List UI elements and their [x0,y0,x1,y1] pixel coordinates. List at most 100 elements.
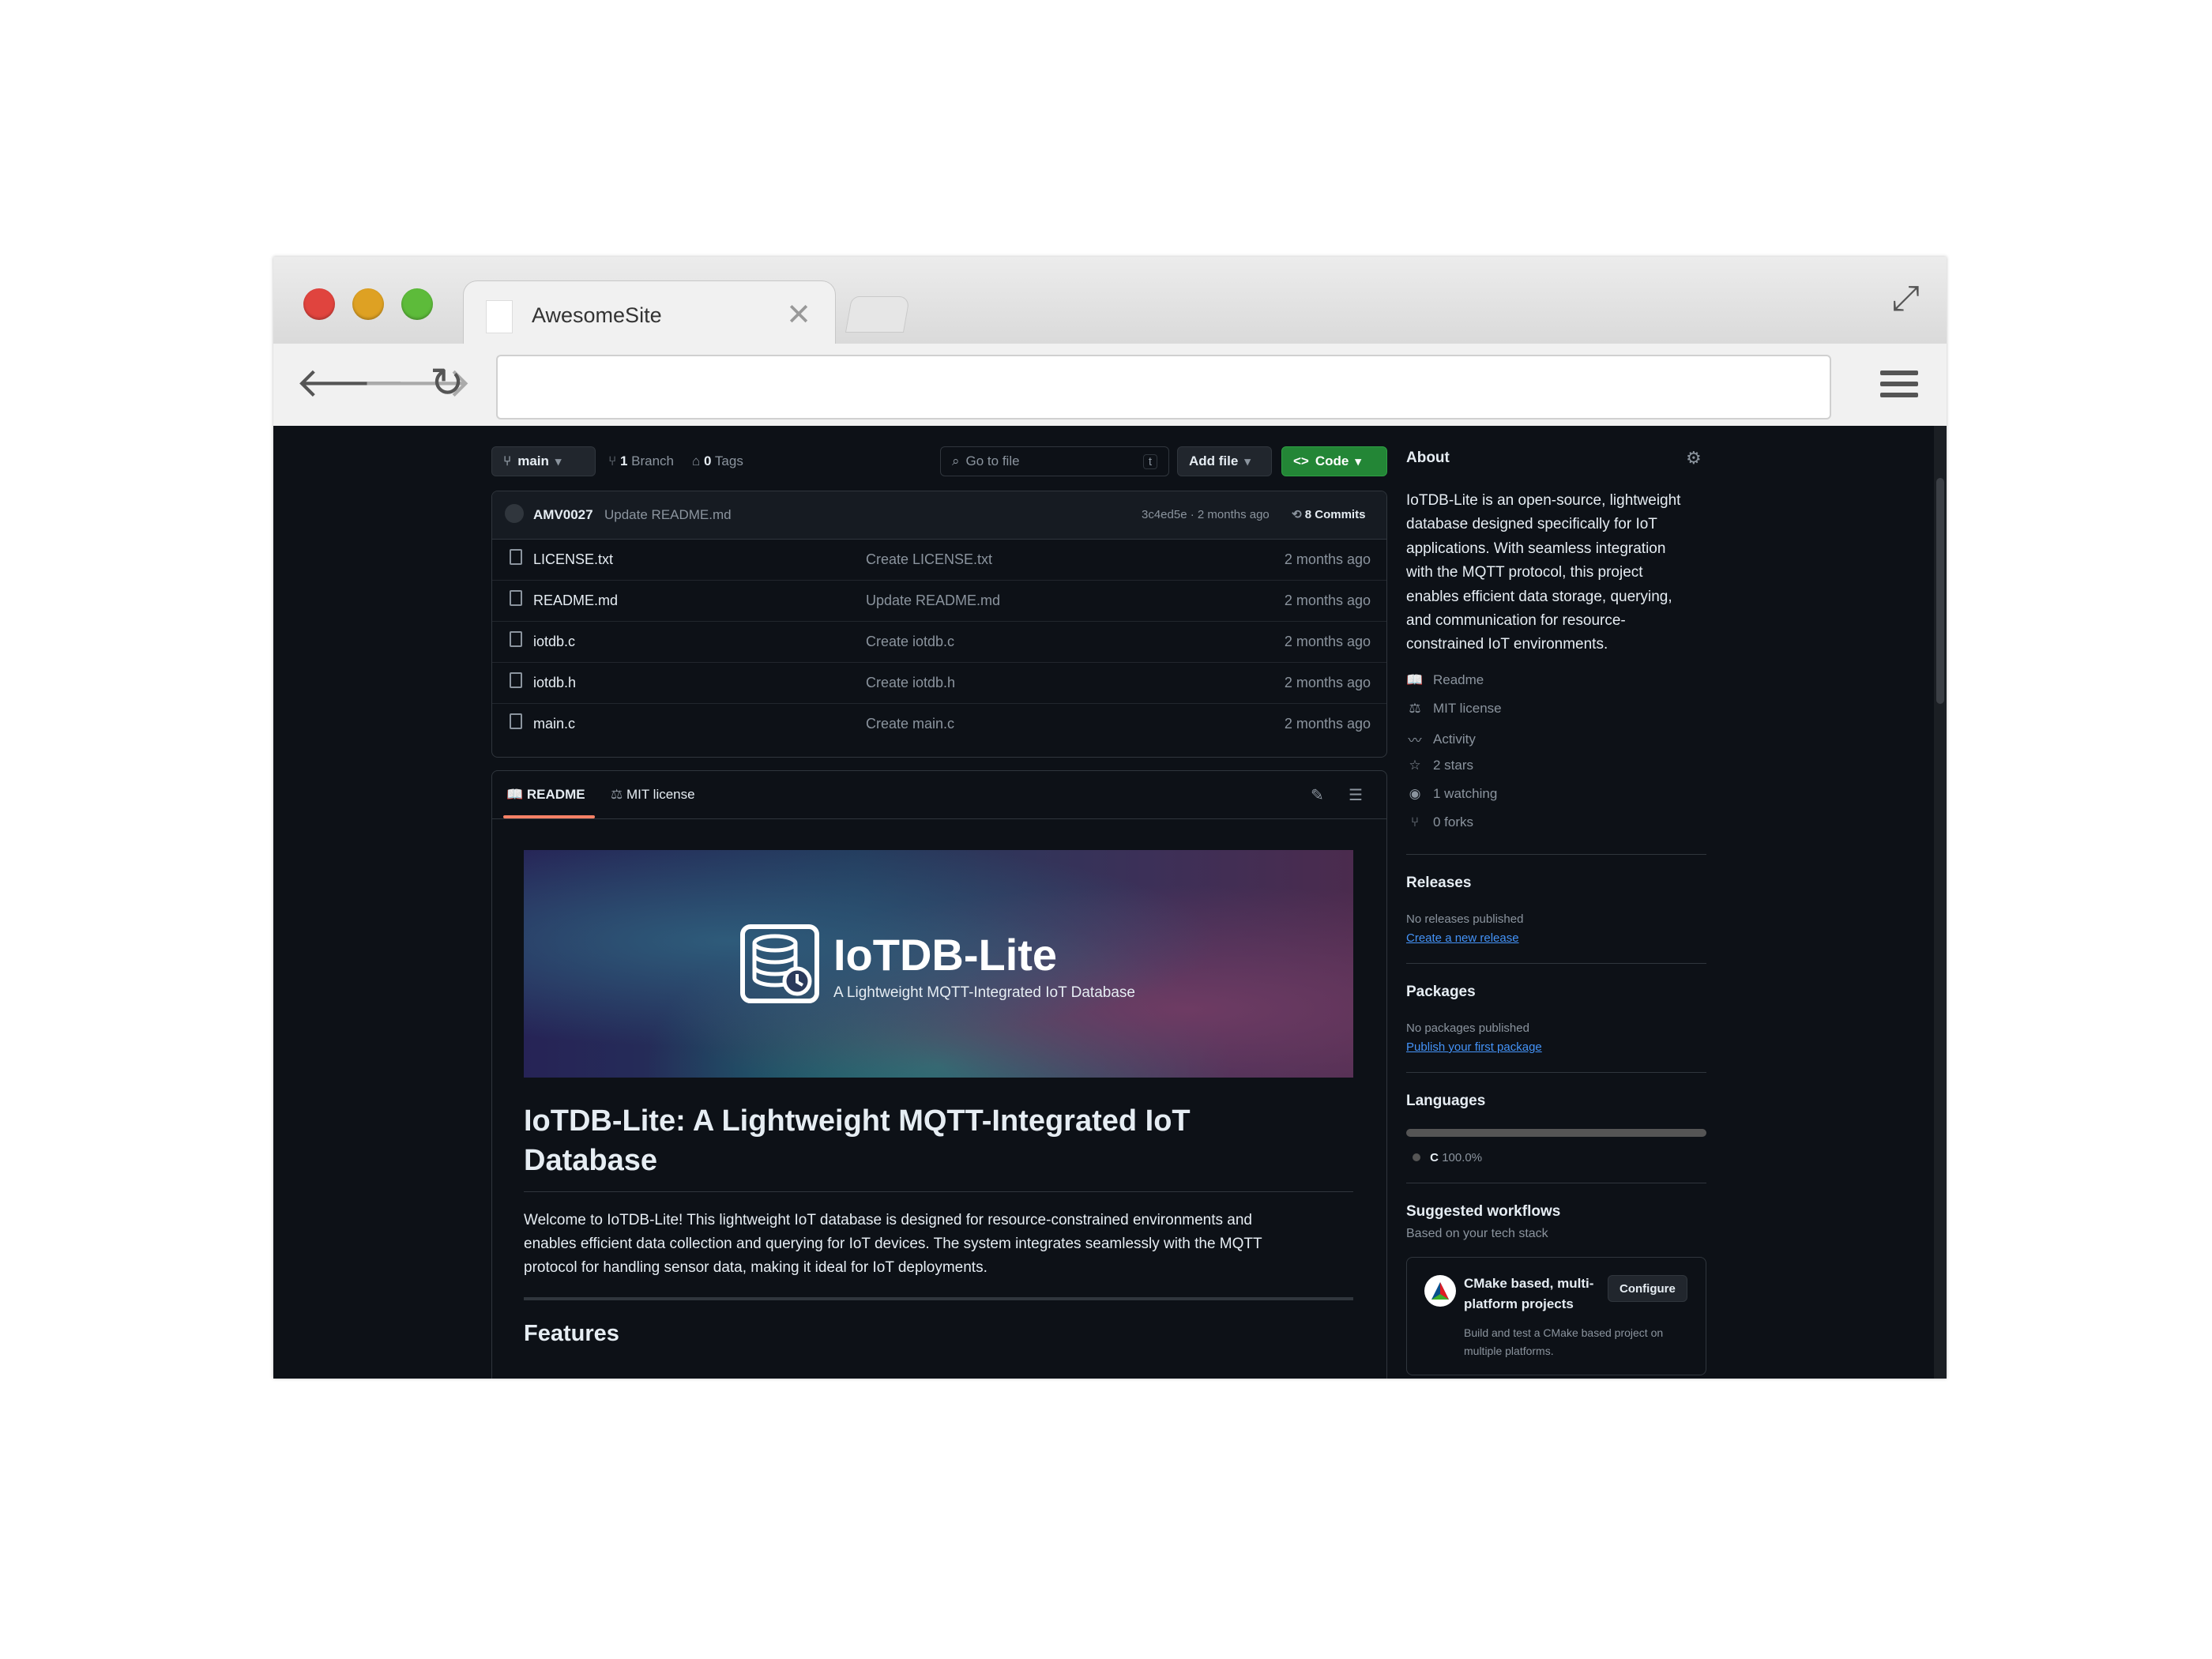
fullscreen-icon[interactable]: ⤢ [1892,279,1920,318]
page-scrollbar[interactable] [1934,426,1947,1379]
commit-message[interactable]: Update README.md [604,507,732,523]
latest-commit-bar: AMV0027 Update README.md 3c4ed5e · 2 mon… [492,491,1386,540]
gear-icon[interactable]: ⚙ [1686,448,1702,468]
edit-pencil-icon[interactable]: ✎ [1311,785,1324,805]
browser-window: AwesomeSite ✕ ⤢ 🡐 🡒 ↻ ⑂ main ▾ ⑂ 1 Branc… [273,257,1947,1379]
about-description-line: and communication for resource- [1406,612,1626,630]
file-name[interactable]: iotdb.h [533,675,576,691]
file-row[interactable]: README.md Update README.md 2 months ago [492,580,1386,622]
file-name[interactable]: LICENSE.txt [533,551,613,568]
readme-tabs: 📖 README ⚖ MIT license ✎ ☰ [492,771,1386,819]
language-bar-fill [1406,1129,1706,1137]
branches-count: 1 [619,453,628,468]
add-file-label: Add file [1189,453,1239,468]
about-watching-link[interactable]: ◉ 1 watching [1406,786,1498,802]
minimize-window-button[interactable] [352,288,384,320]
section-divider [524,1297,1353,1300]
about-item-label: 1 watching [1433,786,1498,801]
releases-title[interactable]: Releases [1406,875,1471,892]
about-description-line: applications. With seamless integration [1406,540,1666,557]
commit-author[interactable]: AMV0027 [533,507,593,523]
browser-toolbar: 🡐 🡒 ↻ [273,344,1947,427]
favicon-icon [486,300,513,333]
features-heading: Features [524,1321,619,1346]
scrollbar-thumb[interactable] [1936,478,1944,704]
close-window-button[interactable] [303,288,335,320]
about-readme-link[interactable]: 📖 Readme [1406,672,1484,688]
language-color-dot [1413,1153,1420,1161]
file-name[interactable]: main.c [533,716,575,732]
file-row[interactable]: iotdb.c Create iotdb.c 2 months ago [492,621,1386,663]
about-description-line: with the MQTT protocol, this project [1406,564,1643,581]
configure-button[interactable]: Configure [1608,1275,1687,1302]
about-description-line: IoTDB-Lite is an open-source, lightweigh… [1406,492,1681,509]
commits-count: 8 [1304,508,1312,521]
about-description-line: enables efficient data storage, querying… [1406,588,1672,605]
workflow-card-title-line: CMake based, multi- [1464,1276,1594,1291]
branch-count-icon: ⑂ [608,453,617,468]
address-bar[interactable] [496,355,1831,419]
commits-link[interactable]: ⟲ 8 Commits [1292,507,1365,521]
file-commit-message[interactable]: Create main.c [866,716,954,732]
language-entry[interactable]: C 100.0% [1413,1151,1482,1164]
shortcut-key-hint: t [1142,453,1157,469]
about-forks-link[interactable]: ⑂ 0 forks [1406,814,1473,830]
branch-select-button[interactable]: ⑂ main ▾ [491,446,596,476]
file-row[interactable]: main.c Create main.c 2 months ago [492,703,1386,744]
about-stars-link[interactable]: ☆ 2 stars [1406,758,1473,773]
readme-intro-line: protocol for handling sensor data, makin… [524,1259,988,1276]
tags-link[interactable]: ⌂ 0 Tags [692,453,743,469]
publish-package-link[interactable]: Publish your first package [1406,1040,1542,1054]
about-item-label: MIT license [1433,701,1502,716]
releases-empty-text: No releases published [1406,912,1524,926]
chevron-down-icon: ▾ [1355,455,1361,468]
browser-menu-icon[interactable] [1880,371,1918,404]
activity-icon: 〰 [1408,733,1422,748]
outline-list-icon[interactable]: ☰ [1349,785,1363,805]
packages-title[interactable]: Packages [1406,984,1476,1001]
file-commit-message[interactable]: Create iotdb.c [866,634,954,650]
new-tab-button[interactable] [845,296,911,333]
commit-hash-time[interactable]: 3c4ed5e · 2 months ago [1142,508,1270,521]
browser-tab[interactable]: AwesomeSite ✕ [463,280,836,344]
go-to-file-input[interactable]: ⌕ Go to file t [940,446,1169,476]
readme-intro: Welcome to IoTDB-Lite! This lightweight … [524,1209,1262,1280]
tag-icon: ⌂ [692,453,701,468]
about-item-label: Readme [1433,672,1484,687]
maximize-window-button[interactable] [401,288,433,320]
tab-title: AwesomeSite [532,303,662,327]
sidebar-divider [1406,1072,1706,1073]
file-commit-time: 2 months ago [1284,592,1371,608]
close-tab-icon[interactable]: ✕ [786,297,811,333]
file-row[interactable]: iotdb.h Create iotdb.h 2 months ago [492,662,1386,704]
chevron-down-icon: ▾ [555,455,562,468]
about-activity-link[interactable]: 〰 Activity [1406,729,1476,749]
branch-name: main [517,453,549,468]
tab-license[interactable]: ⚖ MIT license [611,787,695,803]
code-button[interactable]: <> Code ▾ [1281,446,1387,476]
create-release-link[interactable]: Create a new release [1406,931,1519,945]
add-file-button[interactable]: Add file ▾ [1177,446,1272,476]
file-name[interactable]: README.md [533,592,618,609]
branches-link[interactable]: ⑂ 1 Branch [608,453,674,469]
file-icon [510,549,522,565]
file-table: AMV0027 Update README.md 3c4ed5e · 2 mon… [491,491,1387,758]
file-commit-message[interactable]: Create LICENSE.txt [866,551,992,568]
about-description-line: constrained IoT environments. [1406,636,1608,653]
about-license-link[interactable]: ⚖ MIT license [1406,701,1502,717]
page-content: ⑂ main ▾ ⑂ 1 Branch ⌂ 0 Tags ⌕ Go to fil… [273,426,1947,1379]
file-name[interactable]: iotdb.c [533,634,575,650]
file-icon [510,713,522,729]
file-commit-message[interactable]: Create iotdb.h [866,675,955,691]
tab-readme[interactable]: 📖 README [506,787,585,803]
chevron-down-icon: ▾ [1244,455,1251,468]
workflow-card: CMake based, multi- platform projects Co… [1406,1257,1706,1375]
file-row[interactable]: LICENSE.txt Create LICENSE.txt 2 months … [492,539,1386,581]
code-label: Code [1315,453,1349,468]
author-avatar[interactable] [505,504,524,523]
file-commit-message[interactable]: Update README.md [866,592,1000,609]
language-name: C [1430,1151,1439,1164]
reload-button[interactable]: ↻ [430,359,465,407]
readme-intro-line: Welcome to IoTDB-Lite! This lightweight … [524,1212,1252,1228]
sidebar-divider [1406,854,1706,855]
